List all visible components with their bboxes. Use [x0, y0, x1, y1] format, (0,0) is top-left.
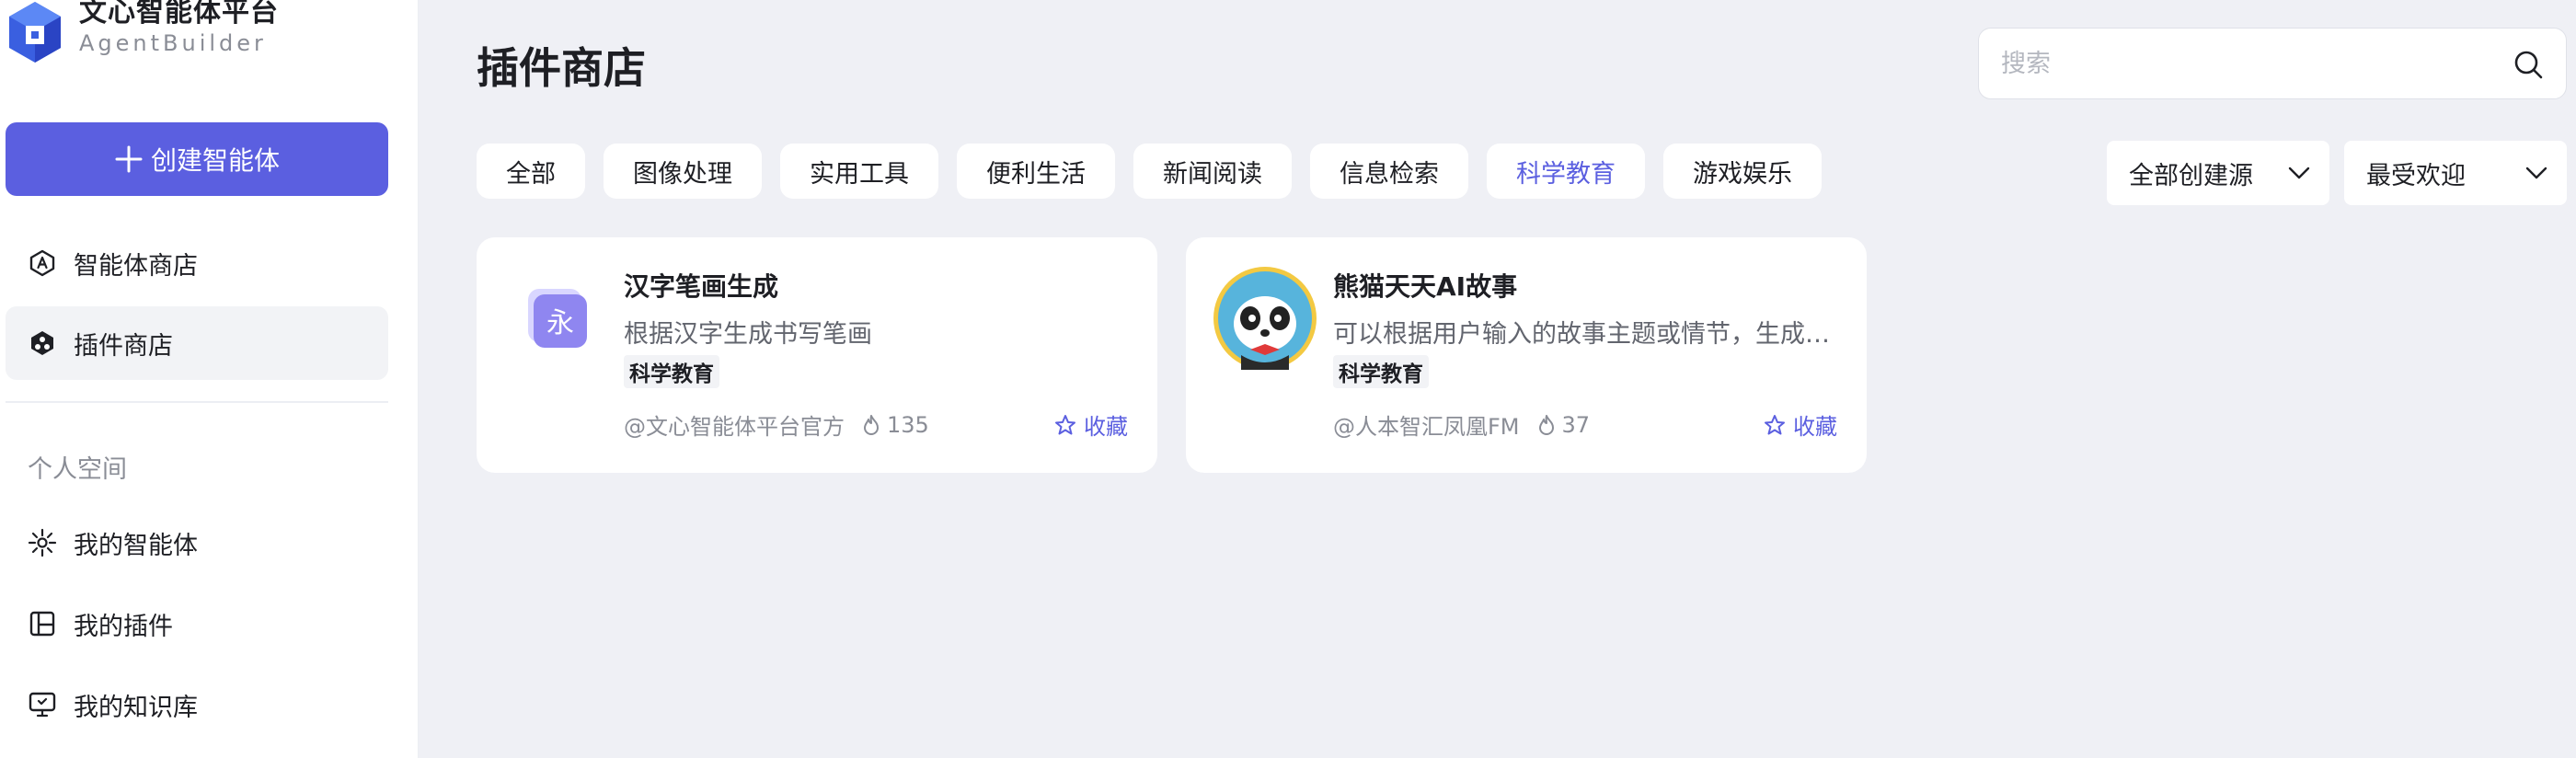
plugin-avatar [1213, 267, 1317, 370]
plugin-description: 可以根据用户输入的故事主题或情节，生成完整的故事 [1333, 320, 1830, 349]
tab-utilities[interactable]: 实用工具 [780, 144, 938, 199]
star-icon [1765, 414, 1785, 434]
plugin-usage-count: 135 [887, 411, 929, 438]
plugin-author: @文心智能体平台官方 [624, 414, 845, 440]
brand[interactable]: 文心智能体平台 AgentBuilder [6, 0, 279, 66]
category-tabs: 全部 图像处理 实用工具 便利生活 新闻阅读 信息检索 科学教育 游戏娱乐 [477, 144, 1840, 199]
tab-info-search[interactable]: 信息检索 [1310, 144, 1468, 199]
plugin-category-tag: 科学教育 [1333, 355, 1429, 388]
search-input[interactable] [2001, 49, 2498, 78]
plugin-avatar: 永 [528, 289, 587, 348]
agent-store-icon [29, 249, 55, 277]
monitor-icon [29, 692, 56, 718]
sparkle-icon [28, 528, 57, 557]
favorite-button[interactable]: 收藏 [1764, 408, 1837, 441]
sidebar-item-my-agents[interactable]: 我的智能体 [6, 506, 388, 580]
search-box[interactable] [1978, 28, 2567, 99]
plugin-title: 熊猫天天AI故事 [1333, 271, 1518, 302]
favorite-label: 收藏 [1084, 414, 1128, 440]
sidebar-item-label: 插件商店 [74, 331, 173, 361]
sort-value: 最受欢迎 [2366, 161, 2466, 190]
star-icon [1055, 414, 1075, 434]
sidebar-item-label: 我的知识库 [74, 693, 198, 722]
plugin-meta: @人本智汇凤凰FM 37 [1333, 408, 1590, 441]
fire-icon [864, 414, 879, 435]
favorite-button[interactable]: 收藏 [1054, 408, 1128, 441]
plugin-card[interactable]: 熊猫天天AI故事 可以根据用户输入的故事主题或情节，生成完整的故事 科学教育 @… [1186, 237, 1867, 473]
sidebar-item-my-knowledge-base[interactable]: 我的知识库 [6, 668, 388, 741]
sidebar-item-label: 我的智能体 [74, 531, 198, 560]
plugin-category-tag: 科学教育 [624, 355, 719, 388]
plugin-card[interactable]: 永 汉字笔画生成 根据汉字生成书写笔画 科学教育 @文心智能体平台官方 135 … [477, 237, 1157, 473]
plugin-store-icon [31, 331, 53, 355]
tab-science-education[interactable]: 科学教育 [1487, 144, 1645, 199]
tab-games-entertainment[interactable]: 游戏娱乐 [1663, 144, 1822, 199]
personal-space-label: 个人空间 [28, 455, 127, 484]
sidebar-item-label: 智能体商店 [74, 251, 198, 281]
logo-icon [9, 2, 61, 63]
source-filter-select[interactable]: 全部创建源 [2107, 141, 2329, 205]
tab-all[interactable]: 全部 [477, 144, 585, 199]
brand-name: 文心智能体平台 [79, 0, 279, 29]
sidebar-divider [6, 401, 388, 403]
chevron-down-icon [2288, 167, 2310, 179]
tab-image-processing[interactable]: 图像处理 [604, 144, 762, 199]
brand-subtitle: AgentBuilder [79, 30, 267, 56]
plugin-description: 根据汉字生成书写笔画 [624, 320, 872, 349]
avatar-glyph: 永 [546, 307, 574, 339]
fire-icon [1538, 414, 1554, 435]
plugin-usage-count: 37 [1561, 411, 1591, 438]
search-icon[interactable] [2513, 49, 2544, 80]
create-agent-button[interactable]: 创建智能体 [6, 122, 388, 196]
chevron-down-icon [2525, 167, 2547, 179]
layout-icon [29, 611, 55, 637]
favorite-label: 收藏 [1793, 414, 1837, 440]
sidebar: 文心智能体平台 AgentBuilder 创建智能体 智能体商店 插件商店 个人… [0, 0, 419, 758]
sidebar-item-plugin-store[interactable]: 插件商店 [6, 306, 388, 380]
sidebar-item-label: 我的插件 [74, 612, 173, 641]
source-filter-value: 全部创建源 [2129, 161, 2253, 190]
plus-icon [115, 145, 143, 173]
page-title: 插件商店 [477, 43, 646, 93]
plugin-meta: @文心智能体平台官方 135 [624, 408, 929, 441]
sidebar-item-my-plugins[interactable]: 我的插件 [6, 587, 388, 660]
tab-news-reading[interactable]: 新闻阅读 [1133, 144, 1292, 199]
sort-select[interactable]: 最受欢迎 [2344, 141, 2567, 205]
plugin-author: @人本智汇凤凰FM [1333, 414, 1520, 440]
create-agent-label: 创建智能体 [150, 145, 280, 176]
plugin-title: 汉字笔画生成 [624, 271, 779, 302]
tab-convenient-life[interactable]: 便利生活 [957, 144, 1115, 199]
sidebar-item-agent-store[interactable]: 智能体商店 [6, 226, 388, 300]
